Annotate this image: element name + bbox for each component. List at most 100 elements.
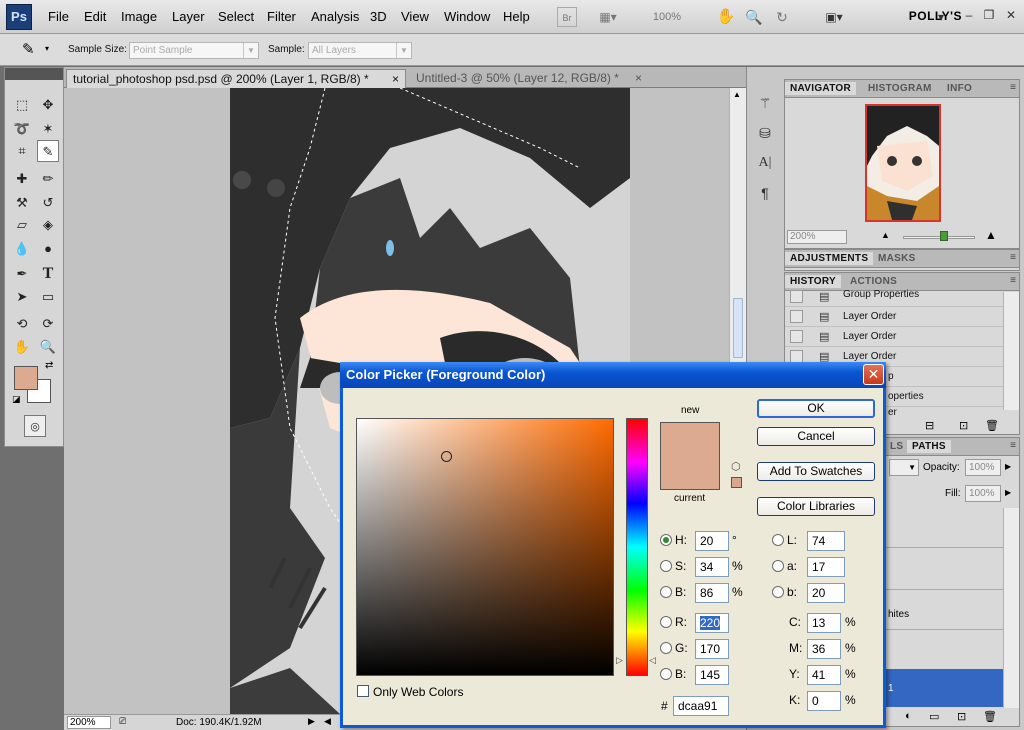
hue-slider-right-arrow-icon[interactable]: ◁ (649, 655, 656, 666)
restore-icon[interactable]: ❐ (980, 6, 998, 24)
rotate-icon[interactable]: ↻ (772, 7, 792, 27)
cyan-field[interactable]: 13 (807, 613, 841, 633)
zoom-icon[interactable]: 🔍 (744, 7, 764, 27)
magic-wand-tool-icon[interactable]: ✶ (37, 118, 59, 140)
tab-adjustments[interactable]: ADJUSTMENTS (785, 252, 874, 265)
close-icon[interactable]: × (392, 70, 399, 88)
status-preview-icon[interactable]: ⎚ (119, 716, 126, 727)
hand-tool-icon[interactable]: ✋ (11, 336, 33, 358)
tab-histogram[interactable]: HISTOGRAM (863, 82, 937, 95)
tab-navigator[interactable]: NAVIGATOR (785, 82, 857, 95)
menu-view[interactable]: View (401, 9, 429, 24)
default-colors-icon[interactable]: ◪ (12, 394, 21, 405)
type-tool-icon[interactable]: T (37, 263, 59, 285)
scroll-up-icon[interactable]: ▲ (733, 90, 741, 99)
brush-presets-icon[interactable]: ⚚ (756, 95, 774, 113)
shape-tool-icon[interactable]: ▭ (37, 286, 59, 308)
tool-preset-dropdown-icon[interactable]: ▾ (45, 44, 49, 53)
opacity-arrow-icon[interactable]: ▶ (1005, 462, 1011, 471)
foreground-color-swatch[interactable] (14, 366, 38, 390)
path-selection-tool-icon[interactable]: ➤ (11, 286, 33, 308)
trash-icon[interactable]: 🗑 (985, 419, 999, 432)
yellow-field[interactable]: 41 (807, 665, 841, 685)
new-document-from-state-icon[interactable]: ⊟ (925, 419, 934, 432)
sample-size-select[interactable]: Point Sample ▼ (129, 42, 259, 59)
menu-window[interactable]: Window (444, 9, 490, 24)
tab-info[interactable]: INFO (942, 82, 977, 95)
panel-menu-icon[interactable]: ≡ (1010, 275, 1016, 286)
eyedropper-tool-icon[interactable]: ✎ (37, 140, 59, 162)
close-icon[interactable]: ✕ (1002, 6, 1020, 24)
arrange-icon[interactable]: ▣▾ (817, 7, 851, 27)
lab-l-field[interactable]: 74 (807, 531, 845, 551)
cancel-button[interactable]: Cancel (757, 427, 875, 446)
lab-a-radio[interactable] (772, 560, 784, 572)
menu-analysis[interactable]: Analysis (311, 9, 359, 24)
bridge-icon[interactable]: Br (557, 7, 577, 27)
zoom-out-icon[interactable]: ▲ (881, 230, 890, 240)
saturation-field[interactable]: 34 (695, 557, 729, 577)
saturation-brightness-field[interactable] (356, 418, 614, 676)
lab-l-radio[interactable] (772, 534, 784, 546)
only-web-colors-checkbox[interactable] (357, 685, 369, 697)
marquee-tool-icon[interactable]: ⬚ (11, 94, 33, 116)
lab-b-field[interactable]: 20 (807, 583, 845, 603)
hue-radio[interactable] (660, 534, 672, 546)
pen-tool-icon[interactable]: ✒ (11, 263, 33, 285)
panel-menu-icon[interactable]: ≡ (1010, 440, 1016, 451)
swap-colors-icon[interactable]: ⇄ (45, 360, 53, 371)
new-layer-icon[interactable]: ⊡ (957, 710, 966, 723)
new-snapshot-icon[interactable]: ⊡ (959, 419, 968, 432)
brightness-field[interactable]: 86 (695, 583, 729, 603)
scroll-thumb[interactable] (733, 298, 743, 358)
zoom-level-readout[interactable]: 100% (642, 7, 692, 27)
ok-button[interactable]: OK (757, 399, 875, 418)
navigator-zoom-slider[interactable] (903, 236, 975, 239)
blur-tool-icon[interactable]: 💧 (11, 238, 33, 260)
hand-icon[interactable]: ✋ (716, 7, 736, 27)
web-safe-color-swatch[interactable] (731, 477, 742, 488)
opacity-field[interactable]: 100% (965, 459, 1001, 476)
magenta-field[interactable]: 36 (807, 639, 841, 659)
menu-edit[interactable]: Edit (84, 9, 106, 24)
tab-tutorial-photoshop[interactable]: tutorial_photoshop psd.psd @ 200% (Layer… (66, 69, 406, 88)
toolbox-header[interactable] (5, 68, 63, 80)
lab-b-radio[interactable] (772, 586, 784, 598)
tab-layers[interactable]: LS (885, 440, 908, 453)
menu-help[interactable]: Help (503, 9, 530, 24)
paragraph-panel-icon[interactable]: ¶ (756, 185, 774, 203)
brush-tool-icon[interactable]: ✏ (37, 168, 59, 190)
status-menu-arrow-icon[interactable]: ▶ (308, 716, 315, 727)
hue-slider[interactable] (626, 418, 648, 676)
menu-3d[interactable]: 3D (370, 9, 387, 24)
menu-image[interactable]: Image (121, 9, 157, 24)
close-icon[interactable]: × (635, 69, 642, 87)
photoshop-logo[interactable]: Ps (6, 4, 32, 30)
dialog-title-bar[interactable]: Color Picker (Foreground Color) ✕ (340, 362, 886, 388)
navigator-zoom-field[interactable]: 200% (787, 230, 847, 244)
blue-field[interactable]: 145 (695, 665, 729, 685)
saturation-radio[interactable] (660, 560, 672, 572)
zoom-tool-icon[interactable]: 🔍 (37, 336, 59, 358)
trash-icon[interactable]: 🗑 (983, 710, 997, 723)
close-icon[interactable]: ✕ (863, 364, 884, 385)
green-field[interactable]: 170 (695, 639, 729, 659)
adjustment-layer-icon[interactable]: ◐ (905, 710, 912, 722)
zoom-field[interactable]: 200% (67, 716, 111, 729)
current-color-swatch[interactable] (660, 456, 720, 490)
new-group-icon[interactable]: ▭ (929, 710, 939, 723)
blend-mode-select[interactable]: ▼ (889, 459, 919, 476)
history-snapshot-checkbox[interactable] (790, 310, 803, 323)
hue-field[interactable]: 20 (695, 531, 729, 551)
history-snapshot-checkbox[interactable] (790, 330, 803, 343)
fill-arrow-icon[interactable]: ▶ (1005, 488, 1011, 497)
quick-mask-icon[interactable]: ◎ (24, 415, 46, 437)
navigator-thumbnail[interactable] (865, 104, 941, 222)
paint-bucket-tool-icon[interactable]: ◈ (37, 214, 59, 236)
menu-select[interactable]: Select (218, 9, 254, 24)
fill-field[interactable]: 100% (965, 485, 1001, 502)
menu-file[interactable]: File (48, 9, 69, 24)
green-radio[interactable] (660, 642, 672, 654)
layers-scrollbar[interactable] (1003, 508, 1019, 708)
navigator-zoom-slider-thumb[interactable] (940, 231, 948, 241)
